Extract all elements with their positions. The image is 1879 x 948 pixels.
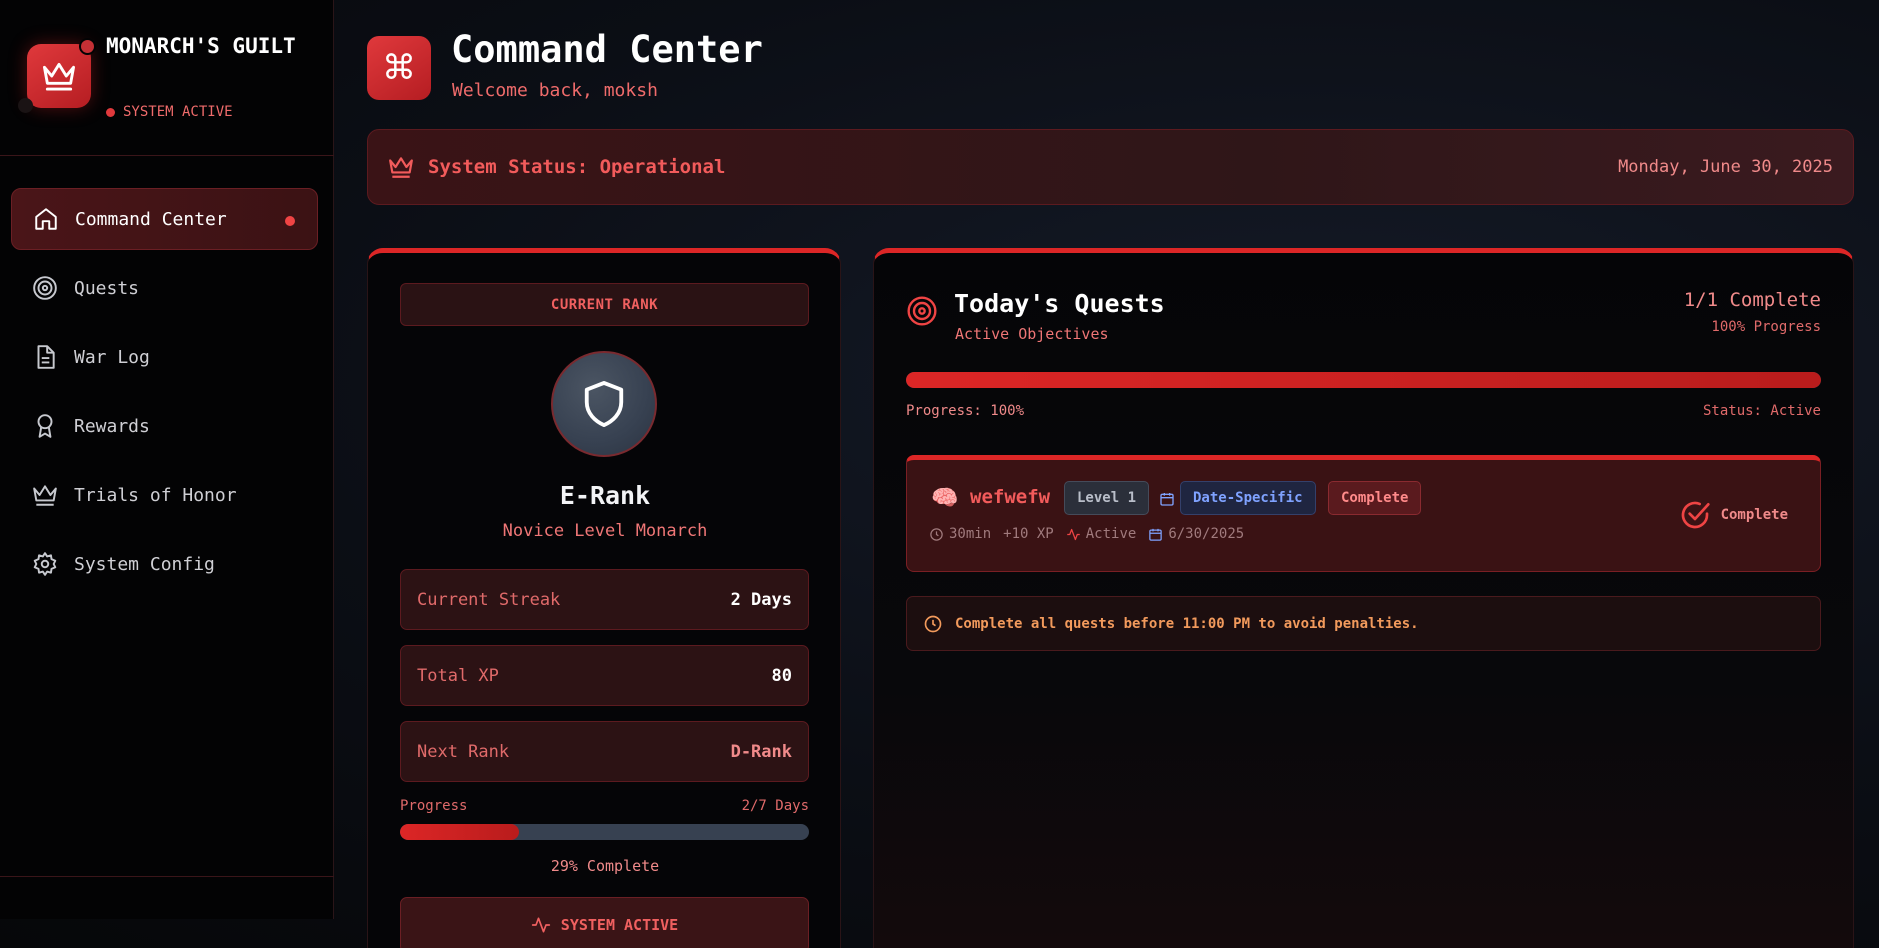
quest-complete-label: Complete xyxy=(1720,507,1788,523)
rank-progress-fill xyxy=(400,824,519,840)
brand-status-text: SYSTEM ACTIVE xyxy=(123,104,233,120)
sidebar-item-rewards[interactable]: Rewards xyxy=(11,395,318,457)
clock-icon xyxy=(924,615,942,632)
stat-value: D-Rank xyxy=(730,741,792,762)
quest-meta: 30min +10 XP Active 6/30/2025 xyxy=(929,526,1244,542)
sidebar-item-trials-of-honor[interactable]: Trials of Honor xyxy=(11,464,318,526)
sidebar-footer-divider xyxy=(0,876,334,877)
quests-progress-percent: 100% Progress xyxy=(1711,319,1821,335)
active-indicator-dot xyxy=(285,216,295,226)
quest-state-badge: Complete xyxy=(1328,481,1422,515)
sidebar: MONARCH'S GUILT SYSTEM ACTIVE Command Ce… xyxy=(0,0,334,919)
notification-dot xyxy=(79,38,96,55)
rank-progress-days: 2/7 Days xyxy=(741,798,809,814)
stat-value: 2 Days xyxy=(730,589,792,610)
rank-title: Novice Level Monarch xyxy=(502,521,708,541)
quest-duration: 30min xyxy=(929,526,991,542)
sidebar-item-label: Trials of Honor xyxy=(74,484,237,506)
sidebar-item-quests[interactable]: Quests xyxy=(11,257,318,319)
gear-icon xyxy=(31,550,59,578)
sidebar-item-label: Rewards xyxy=(74,415,150,437)
quest-level-badge: Level 1 xyxy=(1064,481,1150,515)
quests-status-label: Status: Active xyxy=(1702,403,1821,419)
quest-duration-text: 30min xyxy=(949,526,992,542)
rank-name: E-Rank xyxy=(559,481,651,510)
rank-progress-header: Progress 2/7 Days xyxy=(400,798,809,814)
shield-icon xyxy=(584,380,624,427)
sidebar-nav: Command Center Quests War Log Rewards Tr… xyxy=(11,188,318,602)
crown-icon xyxy=(31,481,59,509)
quests-progress-bar xyxy=(906,372,1821,388)
quest-type-badge: Date-Specific xyxy=(1180,481,1316,515)
quest-activity: Active xyxy=(1066,526,1137,542)
activity-icon xyxy=(1066,528,1080,540)
quest-item[interactable]: 🧠 wefwefw Level 1 Date-Specific Complete… xyxy=(906,455,1821,572)
sidebar-item-command-center[interactable]: Command Center xyxy=(11,188,318,250)
current-rank-label: CURRENT RANK xyxy=(400,283,809,326)
brand-status: SYSTEM ACTIVE xyxy=(106,104,233,120)
system-status-text: System Status: Operational xyxy=(428,156,726,178)
quests-title: Today's Quests xyxy=(954,289,1165,318)
deadline-warning-text: Complete all quests before 11:00 PM to a… xyxy=(955,615,1419,632)
page-subtitle: Welcome back, moksh xyxy=(452,80,658,101)
quest-xp-text: +10 XP xyxy=(1003,526,1054,542)
quest-xp: +10 XP xyxy=(1003,526,1054,542)
quest-complete-button[interactable]: Complete xyxy=(1679,499,1788,531)
brain-icon: 🧠 xyxy=(931,486,959,511)
status-dot xyxy=(106,107,115,117)
stat-total-xp: Total XP 80 xyxy=(400,645,809,706)
calendar-icon xyxy=(1159,491,1175,511)
quests-card: Today's Quests Active Objectives 1/1 Com… xyxy=(873,248,1854,948)
rank-progress-caption: 29% Complete xyxy=(550,857,660,875)
clock-icon xyxy=(930,527,943,541)
home-icon xyxy=(32,205,60,233)
sidebar-item-system-config[interactable]: System Config xyxy=(11,533,318,595)
command-icon: ⌘ xyxy=(367,36,431,100)
crown-icon xyxy=(43,62,75,91)
quests-progress-fill xyxy=(906,372,1821,388)
quests-complete-count: 1/1 Complete xyxy=(1683,289,1821,311)
target-icon xyxy=(906,295,938,331)
deadline-warning: Complete all quests before 11:00 PM to a… xyxy=(906,596,1821,651)
stat-value: 80 xyxy=(771,665,792,686)
brand-title: MONARCH'S GUILT xyxy=(106,34,296,58)
decorative-dot xyxy=(18,98,33,113)
brand: MONARCH'S GUILT SYSTEM ACTIVE xyxy=(0,0,334,156)
document-icon xyxy=(31,343,59,371)
sidebar-item-label: System Config xyxy=(74,553,215,575)
current-date: Monday, June 30, 2025 xyxy=(1618,157,1833,177)
app-root: MONARCH'S GUILT SYSTEM ACTIVE Command Ce… xyxy=(0,0,1879,948)
stat-next-rank: Next Rank D-Rank xyxy=(400,721,809,782)
system-status-bar: System Status: Operational Monday, June … xyxy=(367,129,1854,205)
rank-badge xyxy=(551,351,657,457)
quest-activity-text: Active xyxy=(1085,526,1137,542)
rank-card: CURRENT RANK E-Rank Novice Level Monarch… xyxy=(367,248,841,948)
activity-icon xyxy=(531,917,550,933)
crown-icon xyxy=(388,155,414,179)
quest-date: 6/30/2025 xyxy=(1148,526,1244,542)
rank-progress-bar xyxy=(400,824,809,840)
target-icon xyxy=(31,274,59,302)
stat-label: Current Streak xyxy=(417,589,561,610)
brand-logo[interactable] xyxy=(27,44,91,108)
stat-label: Next Rank xyxy=(417,741,510,762)
stat-current-streak: Current Streak 2 Days xyxy=(400,569,809,630)
award-icon xyxy=(31,412,59,440)
quests-progress-label: Progress: 100% xyxy=(906,403,1025,419)
system-active-button[interactable]: SYSTEM ACTIVE xyxy=(400,897,809,948)
page-title: Command Center xyxy=(451,28,763,71)
system-active-button-label: SYSTEM ACTIVE xyxy=(560,916,679,934)
sidebar-item-label: Quests xyxy=(74,277,140,299)
stat-label: Total XP xyxy=(417,665,499,686)
sidebar-item-war-log[interactable]: War Log xyxy=(11,326,318,388)
check-circle-icon xyxy=(1681,501,1710,529)
sidebar-item-label: War Log xyxy=(74,346,150,368)
rank-progress-label: Progress xyxy=(400,798,468,814)
quest-name: wefwefw xyxy=(970,486,1051,508)
quest-date-text: 6/30/2025 xyxy=(1168,526,1245,542)
quests-subtitle: Active Objectives xyxy=(955,325,1109,343)
calendar-icon xyxy=(1149,528,1163,541)
sidebar-item-label: Command Center xyxy=(75,208,227,230)
